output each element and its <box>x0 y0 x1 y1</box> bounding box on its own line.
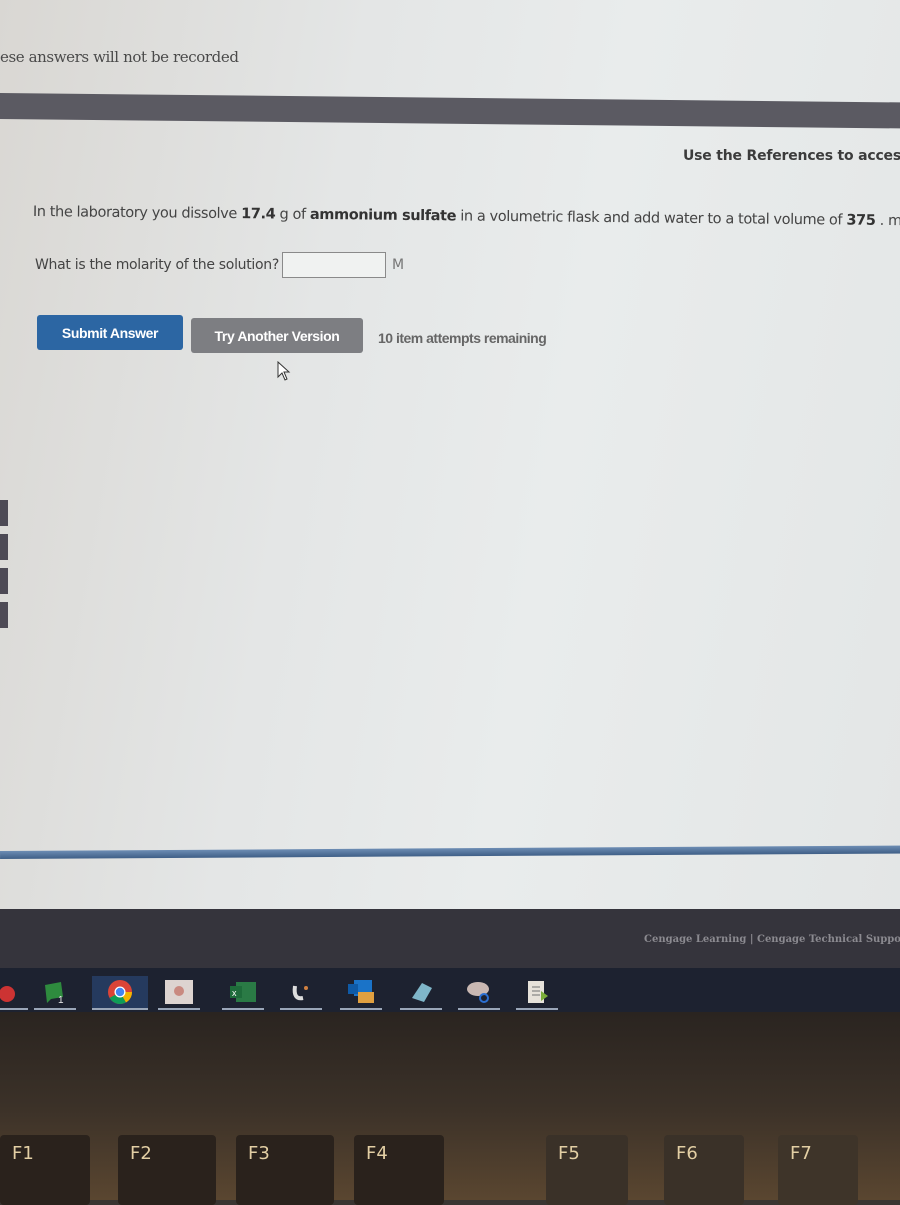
svg-text:x: x <box>232 988 237 998</box>
header-bar <box>0 93 900 129</box>
question-text: In the laboratory you dissolve 17.4 g of… <box>33 204 900 229</box>
excel-icon: x <box>230 982 256 1002</box>
key-f7[interactable]: F7 <box>778 1135 858 1205</box>
key-f1[interactable]: F1 <box>0 1135 90 1205</box>
question-intro: In the laboratory you dissolve <box>32 204 242 223</box>
document-icon <box>528 981 548 1003</box>
outlook-icon <box>348 980 374 1003</box>
taskbar-teams[interactable] <box>0 976 28 1010</box>
taskbar-excel[interactable]: x <box>222 976 264 1010</box>
key-f4[interactable]: F4 <box>354 1135 444 1205</box>
taskbar-outlook[interactable] <box>340 976 382 1010</box>
windows-taskbar: 1 x <box>0 968 900 1012</box>
submit-answer-button[interactable]: Submit Answer <box>37 315 183 350</box>
teams-icon <box>0 986 15 1002</box>
answer-row: What is the molarity of the solution? M <box>35 252 404 278</box>
volume-unit: . mL. <box>879 212 900 230</box>
taskbar-notepad[interactable] <box>400 976 442 1010</box>
mass-value: 17.4 <box>241 206 276 223</box>
taskbar-document[interactable] <box>516 976 558 1010</box>
left-tab[interactable] <box>0 568 8 594</box>
references-link[interactable]: Use the References to access imp <box>683 148 900 164</box>
key-f3[interactable]: F3 <box>236 1135 334 1205</box>
molarity-answer-input[interactable] <box>281 252 386 278</box>
key-f2[interactable]: F2 <box>118 1135 216 1205</box>
cengage-learning-link[interactable]: Cengage Learning <box>644 934 746 945</box>
molarity-unit-label: M <box>391 257 404 273</box>
people-app-icon <box>165 980 193 1004</box>
mass-unit-text: g of <box>275 206 311 223</box>
mouse-pointer-icon <box>277 361 291 381</box>
chrome-icon <box>108 980 132 1005</box>
taskbar-paint[interactable] <box>458 976 500 1010</box>
left-tab[interactable] <box>0 534 8 560</box>
question-middle: in a volumetric flask and add water to a… <box>455 208 847 229</box>
molarity-prompt: What is the molarity of the solution? <box>35 257 279 273</box>
key-f5[interactable]: F5 <box>546 1135 628 1205</box>
technical-support-link[interactable]: Cengage Technical Suppo <box>757 934 900 945</box>
paint-icon <box>467 982 489 1003</box>
browser-page: ese answers will not be recorded Use the… <box>0 0 900 960</box>
volume-value: 375 <box>846 212 876 229</box>
key-f6[interactable]: F6 <box>664 1135 744 1205</box>
notepad-icon <box>412 983 432 1002</box>
try-another-version-button[interactable]: Try Another Version <box>191 318 363 353</box>
taskbar-steam[interactable] <box>280 976 322 1010</box>
compound-name: ammonium sulfate <box>309 206 457 225</box>
footer-separator: | <box>749 934 754 945</box>
taskbar-feedback-hub[interactable]: 1 <box>34 976 76 1010</box>
footer-links: Cengage Learning | Cengage Technical Sup… <box>644 934 900 945</box>
feedback-hub-icon: 1 <box>45 982 64 1005</box>
content-divider <box>0 845 900 859</box>
feedback-badge: 1 <box>58 995 64 1005</box>
left-tab[interactable] <box>0 602 8 628</box>
taskbar-chrome[interactable] <box>92 976 148 1010</box>
left-edge-tabs <box>0 500 8 636</box>
steam-icon <box>292 985 308 1001</box>
attempts-remaining-text: 10 item attempts remaining <box>378 330 547 346</box>
taskbar-people[interactable] <box>158 976 200 1010</box>
left-tab[interactable] <box>0 500 8 526</box>
not-recorded-notice: ese answers will not be recorded <box>0 48 239 66</box>
